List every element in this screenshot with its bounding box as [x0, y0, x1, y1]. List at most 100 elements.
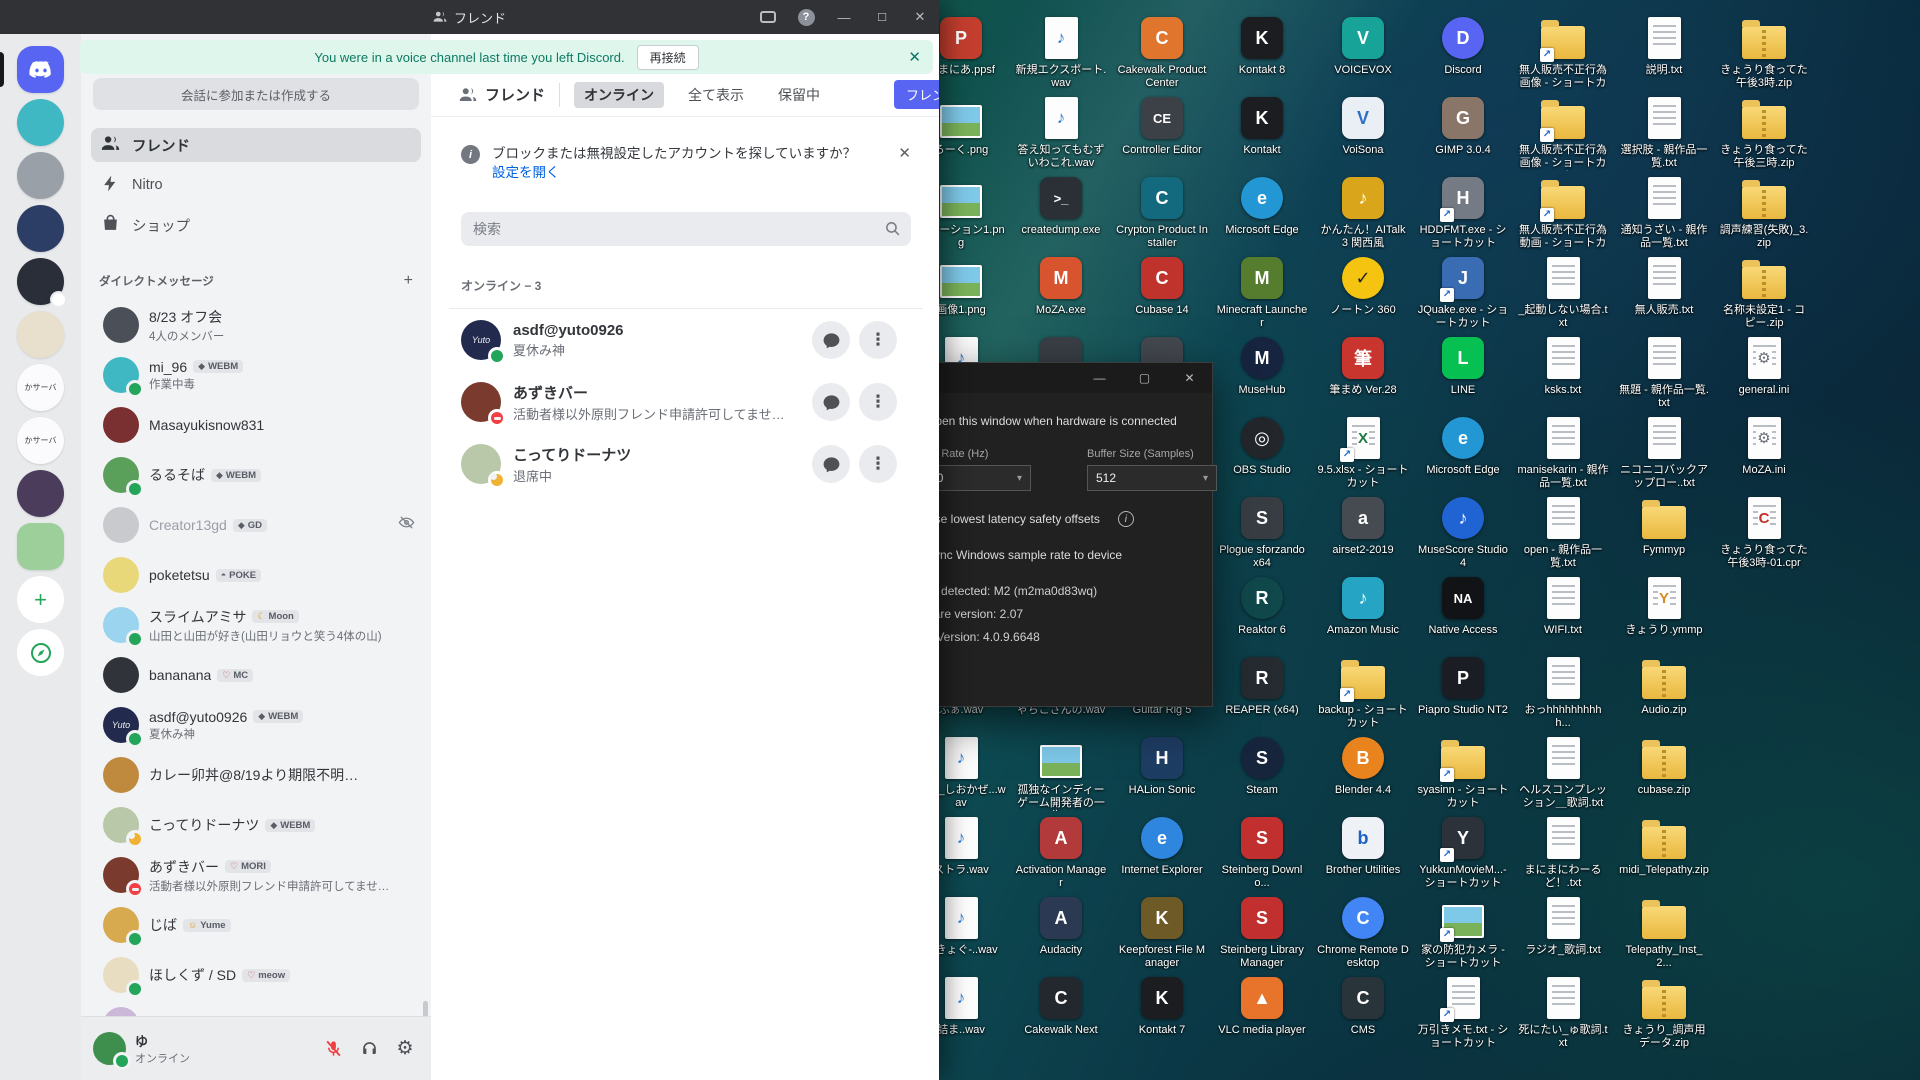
- more-options-button[interactable]: ⋮: [859, 383, 897, 421]
- desktop-icon[interactable]: きょうり食ってた午後3時.zip: [1716, 15, 1812, 90]
- desktop-icon[interactable]: Yきょうり.ymmp: [1616, 575, 1712, 637]
- desktop-icon[interactable]: 説明.txt: [1616, 15, 1712, 77]
- tab-保留中[interactable]: 保留中: [768, 82, 830, 108]
- server-icon[interactable]: [17, 523, 64, 570]
- desktop-icon[interactable]: aairset2-2019: [1315, 495, 1411, 557]
- mic-muted-icon[interactable]: [317, 1033, 349, 1065]
- search-input[interactable]: [461, 212, 911, 246]
- message-button[interactable]: [812, 321, 850, 359]
- desktop-icon[interactable]: おっhhhhhhhhhh...: [1515, 655, 1611, 730]
- desktop-icon[interactable]: きょうり_調声用データ.zip: [1616, 975, 1712, 1050]
- desktop-icon[interactable]: ↗syasinn - ショートカット: [1415, 735, 1511, 810]
- desktop-icon[interactable]: VVOICEVOX: [1315, 15, 1411, 77]
- message-button[interactable]: [812, 383, 850, 421]
- desktop-icon[interactable]: ♪新規エクスポート.wav: [1013, 15, 1109, 90]
- desktop-icon[interactable]: NANative Access: [1415, 575, 1511, 637]
- desktop-icon[interactable]: H↗HDDFMT.exe - ショートカット: [1415, 175, 1511, 250]
- desktop-icon[interactable]: midi_Telepathy.zip: [1616, 815, 1712, 877]
- home-button[interactable]: [17, 46, 64, 93]
- dm-item[interactable]: bananana♡MC: [89, 650, 423, 700]
- lowest-latency-checkbox[interactable]: Use lowest latency safety offsets i: [901, 511, 1197, 527]
- server-icon[interactable]: [17, 205, 64, 252]
- minimize-button[interactable]: —: [825, 0, 863, 34]
- desktop-icon[interactable]: ↗backup - ショートカット: [1315, 655, 1411, 730]
- desktop-icon[interactable]: X↗9.5.xlsx - ショートカット: [1315, 415, 1411, 490]
- desktop-icon[interactable]: ✓ノートン 360: [1315, 255, 1411, 317]
- user-info[interactable]: ゆ オンライン: [135, 1031, 308, 1066]
- desktop-icon[interactable]: manisekarin - 親作品一覧.txt: [1515, 415, 1611, 490]
- desktop-icon[interactable]: ⚙general.ini: [1716, 335, 1812, 397]
- desktop-icon[interactable]: ⚙MoZA.ini: [1716, 415, 1812, 477]
- dm-item[interactable]: Masayukisnow831: [89, 400, 423, 450]
- tab-オンライン[interactable]: オンライン: [574, 82, 664, 108]
- sidebar-item-nitro[interactable]: Nitro: [91, 168, 421, 202]
- desktop-icon[interactable]: 調声練習(失敗)_3.zip: [1716, 175, 1812, 250]
- server-icon[interactable]: [17, 99, 64, 146]
- tab-全て表示[interactable]: 全て表示: [678, 82, 754, 108]
- server-icon[interactable]: [17, 311, 64, 358]
- desktop-icon[interactable]: ↗万引きメモ.txt - ショートカット: [1415, 975, 1511, 1050]
- desktop-icon[interactable]: MMoZA.exe: [1013, 255, 1109, 317]
- friend-row[interactable]: こってりドーナツ退席中⋮: [449, 433, 923, 495]
- discord-titlebar[interactable]: フレンド ? — ☐ ✕: [0, 0, 939, 34]
- desktop-icon[interactable]: 筆筆まめ Ver.28: [1315, 335, 1411, 397]
- dm-item[interactable]: mi_96◆WEBM作業中毒: [89, 350, 423, 400]
- desktop-icon[interactable]: ヘルスコンプレッション＿歌詞.txt: [1515, 735, 1611, 810]
- desktop-icon[interactable]: AActivation Manager: [1013, 815, 1109, 890]
- banner-close-icon[interactable]: ✕: [908, 40, 921, 74]
- desktop-icon[interactable]: 無題 - 親作品一覧.txt: [1616, 335, 1712, 410]
- desktop-icon[interactable]: PPiapro Studio NT2: [1415, 655, 1511, 717]
- desktop-icon[interactable]: VVoiSona: [1315, 95, 1411, 157]
- desktop-icon[interactable]: open - 親作品一覧.txt: [1515, 495, 1611, 570]
- desktop-icon[interactable]: WIFI.txt: [1515, 575, 1611, 637]
- desktop-icon[interactable]: ♪答え知ってもむずいわこれ.wav: [1013, 95, 1109, 170]
- dialog-close-button[interactable]: ✕: [1167, 363, 1212, 393]
- desktop-icon[interactable]: きょうり食ってた午後三時.zip: [1716, 95, 1812, 170]
- reconnect-button[interactable]: 再接続: [637, 45, 699, 70]
- desktop-icon[interactable]: 無人販売.txt: [1616, 255, 1712, 317]
- dm-item[interactable]: こってりドーナツ◆WEBM: [89, 800, 423, 850]
- info-icon[interactable]: i: [1118, 511, 1134, 527]
- desktop-icon[interactable]: ↗無人販売不正行為画像 - ショートカッ…: [1515, 15, 1611, 91]
- desktop-icon[interactable]: MMuseHub: [1214, 335, 1310, 397]
- dm-item[interactable]: るるそば◆WEBM: [89, 450, 423, 500]
- desktop-icon[interactable]: RREAPER (x64): [1214, 655, 1310, 717]
- desktop-icon[interactable]: >_createdump.exe: [1013, 175, 1109, 237]
- desktop-icon[interactable]: LLINE: [1415, 335, 1511, 397]
- desktop-icon[interactable]: CCubase 14: [1114, 255, 1210, 317]
- desktop-icon[interactable]: KKontakt 8: [1214, 15, 1310, 77]
- desktop-icon[interactable]: ♪かんたん！AITalk 3 関西風: [1315, 175, 1411, 250]
- friend-row[interactable]: Yutoasdf@yuto0926夏休み神⋮: [449, 309, 923, 371]
- popout-icon[interactable]: [749, 0, 787, 34]
- desktop-icon[interactable]: _起動しない場合.txt: [1515, 255, 1611, 330]
- server-icon[interactable]: [17, 258, 64, 305]
- desktop-icon[interactable]: GGIMP 3.0.4: [1415, 95, 1511, 157]
- explore-servers-button[interactable]: [17, 629, 64, 676]
- close-button[interactable]: ✕: [901, 0, 939, 34]
- desktop-icon[interactable]: CCrypton Product Installer: [1114, 175, 1210, 250]
- hidden-eye-icon[interactable]: [398, 514, 415, 536]
- desktop-icon[interactable]: Audio.zip: [1616, 655, 1712, 717]
- dm-item[interactable]: カレー卯丼@8/19より期限不明活動…: [89, 750, 423, 800]
- dm-item[interactable]: Yutoasdf@yuto0926◆WEBM夏休み神: [89, 700, 423, 750]
- desktop-icon[interactable]: ♪MuseScore Studio 4: [1415, 495, 1511, 570]
- open-on-connect-checkbox[interactable]: Open this window when hardware is connec…: [901, 413, 1197, 428]
- dialog-minimize-button[interactable]: —: [1077, 363, 1122, 393]
- desktop-icon[interactable]: HHALion Sonic: [1114, 735, 1210, 797]
- dm-item[interactable]: ほしくず / SD♡meow: [89, 950, 423, 1000]
- desktop-icon[interactable]: Fymmyp: [1616, 495, 1712, 557]
- desktop-icon[interactable]: CCMS: [1315, 975, 1411, 1037]
- desktop-icon[interactable]: DDiscord: [1415, 15, 1511, 77]
- desktop-icon[interactable]: SSteam: [1214, 735, 1310, 797]
- desktop-icon[interactable]: Telepathy_Inst_2...: [1616, 895, 1712, 970]
- desktop-icon[interactable]: KKeepforest File Manager: [1114, 895, 1210, 970]
- desktop-icon[interactable]: ニコニコバックアップロー..txt: [1616, 415, 1712, 490]
- dm-item[interactable]: スライムアミサ☾Moon山田と山田が好き(山田リョウと笑う4体の山): [89, 600, 423, 650]
- server-icon[interactable]: かサーバ: [17, 417, 64, 464]
- add-friend-button[interactable]: フレンド追加: [894, 80, 939, 109]
- headphones-icon[interactable]: [353, 1033, 385, 1065]
- desktop-icon[interactable]: cubase.zip: [1616, 735, 1712, 797]
- desktop-icon[interactable]: CEController Editor: [1114, 95, 1210, 157]
- sync-sample-rate-checkbox[interactable]: Sync Windows sample rate to device: [901, 547, 1197, 562]
- dm-item[interactable]: じば☺Yume: [89, 900, 423, 950]
